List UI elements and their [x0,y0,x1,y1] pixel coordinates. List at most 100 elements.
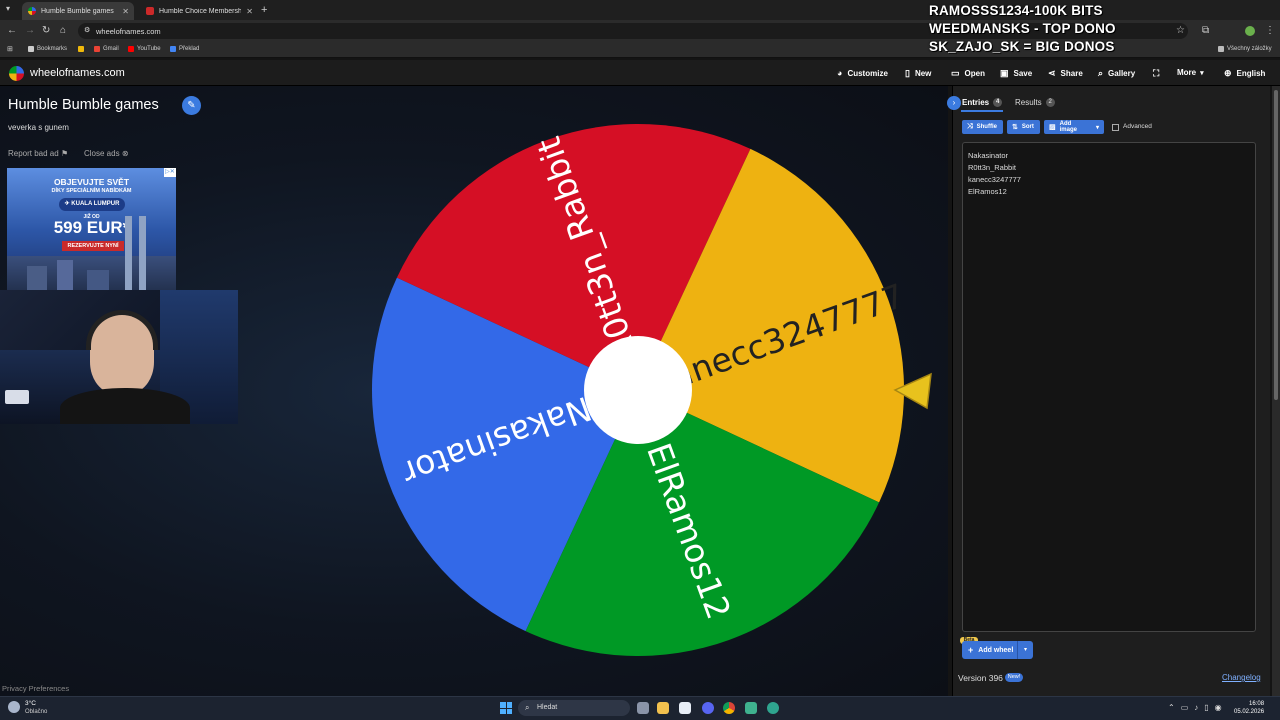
bookmark-item[interactable] [78,46,87,52]
privacy-preferences-link[interactable]: Privacy Preferences [2,684,69,693]
entries-textarea[interactable]: Nakasinator R0tt3n_Rabbit kanecc3247777 … [962,142,1256,632]
site-info-icon[interactable]: ⚙ [84,26,90,34]
scrollbar-thumb[interactable] [1274,90,1278,400]
ad-cta: REZERVUJTE NYNÍ [62,241,124,251]
headset [86,310,158,350]
tab-results[interactable]: Results 2 [1015,98,1055,107]
weather-temperature: 3°C [25,700,36,707]
bookmark-star-icon[interactable]: ☆ [1176,25,1185,36]
site-name[interactable]: wheelofnames.com [30,67,125,79]
entry-line: kanecc3247777 [968,175,1021,184]
collapse-panel-button[interactable]: › [947,96,961,110]
palette-icon: ◕ [837,68,843,78]
entry-line: ElRamos12 [968,187,1007,196]
fullscreen-icon: ⛶ [1153,68,1160,78]
forward-icon[interactable]: → [25,25,35,36]
close-ads-link[interactable]: Close ads ⊗ [84,149,129,158]
menu-gallery[interactable]: ⌕ Gallery [1098,68,1135,79]
shuffle-button[interactable]: ⤨ Shuffle [962,120,1003,134]
discord-icon[interactable] [702,702,714,714]
binance-icon [78,46,84,52]
store-icon[interactable] [679,702,691,714]
tab-title: Humble Bumble games [41,7,114,15]
report-ad-link[interactable]: Report bad ad ⚑ [8,149,68,158]
add-wheel-button[interactable]: + Add wheel [962,641,1020,659]
bookmark-item[interactable]: Gmail [94,46,119,52]
ad-choices-icon[interactable]: ▷✕ [164,168,176,177]
globe-icon: ⊕ [1224,68,1232,78]
clock-date: 05.02.2026 [1234,709,1265,715]
chevron-down-icon: ▾ [1095,124,1099,131]
wheel-center-button[interactable] [584,336,692,444]
profile-avatar-icon[interactable] [1245,26,1255,36]
sort-button[interactable]: ⇅ Sort [1007,120,1040,134]
chevron-down-icon: ▾ [1200,69,1204,77]
browser-tab-active[interactable]: Humble Bumble games ✕ [22,2,134,20]
close-tab-icon[interactable]: ✕ [122,7,129,16]
changelog-link[interactable]: Changelog [1222,673,1261,682]
tab-entries[interactable]: Entries 4 [962,98,1003,107]
extensions-icon[interactable]: ⧉ [1202,25,1209,36]
stream-overlay: RAMOSSS1234-100K BITS WEEDMANSKS - TOP D… [929,2,1116,56]
add-wheel-dropdown[interactable]: ▾ [1017,641,1033,659]
fullscreen-button[interactable]: ⛶ [1153,68,1164,79]
menu-more[interactable]: More ▾ [1177,68,1204,77]
ad-headline: OBJEVUJTE SVĚT [53,177,130,187]
overlay-line: WEEDMANSKS - TOP DONO [929,21,1116,36]
ad-city-image [7,216,176,292]
close-tab-icon[interactable]: ✕ [246,7,253,16]
menu-save[interactable]: ▣ Save [1000,68,1032,79]
new-tab-icon[interactable]: + [261,4,267,16]
tray-icons[interactable]: ⌃▭♪▯◉ [1168,703,1228,712]
weather-icon[interactable] [8,701,20,713]
bookmark-item[interactable]: Překlad [170,46,199,52]
menu-open[interactable]: ▭ Open [951,68,985,79]
obs-icon[interactable] [745,702,757,714]
other-bookmarks[interactable]: Všechny záložky [1218,46,1272,52]
entries-count: 4 [993,98,1003,107]
apps-icon[interactable]: ⊞ [7,45,13,53]
taskbar-search[interactable]: ⌕ Hledat [518,700,630,716]
add-image-button[interactable]: ▨ Add image ▾ [1044,120,1104,134]
version-label: Version 396 [958,673,1003,683]
explorer-icon[interactable] [657,702,669,714]
menu-language[interactable]: ⊕ English [1224,68,1265,79]
app-icon[interactable] [767,702,779,714]
file-icon: ▯ [905,68,910,78]
advertisement[interactable]: OBJEVUJTE SVĚT DÍKY SPECIÁLNÍM NABÍDKÁM … [7,168,176,292]
home-icon[interactable]: ⌂ [60,25,66,36]
menu-share[interactable]: ⋖ Share [1048,68,1083,79]
menu-new[interactable]: ▯ New [905,68,931,79]
shuffle-icon: ⤨ [967,123,973,130]
star-icon [28,46,34,52]
share-icon: ⋖ [1048,68,1056,78]
bookmark-item[interactable]: Bookmarks [28,46,67,52]
sort-icon: ⇅ [1012,124,1018,131]
humble-favicon-icon [146,7,154,15]
reload-icon[interactable]: ↻ [42,25,50,36]
ad-price: 599 EUR* [53,218,130,237]
chrome-icon[interactable] [723,702,735,714]
new-badge: New! [1005,673,1023,682]
start-menu-icon[interactable] [500,702,512,714]
chevron-down-icon: ▾ [1023,647,1027,653]
youtube-icon [128,46,134,52]
browser-tab[interactable]: Humble Choice Membership M ✕ [140,2,258,20]
advanced-checkbox[interactable] [1112,124,1119,131]
ad-subheadline: DÍKY SPECIÁLNÍM NABÍDKÁM [51,188,132,194]
tab-list-icon[interactable]: ▾ [6,4,10,13]
search-icon: ⌕ [525,703,530,712]
task-view-icon[interactable] [637,702,649,714]
spinning-wheel[interactable]: NakasinatorR0tt3n_Rabbit kanecc3247777ElR… [370,122,906,658]
entry-line: R0tt3n_Rabbit [968,163,1016,172]
save-icon: ▣ [1000,68,1009,78]
menu-customize[interactable]: ◕ Customize [837,68,888,78]
weather-description: Oblačno [25,709,48,715]
browser-menu-icon[interactable]: ⋮ [1265,25,1275,36]
wheel-description: veverka s gunem [8,123,69,132]
clock[interactable]: 16:08 05.02.2026 [1234,700,1264,716]
back-icon[interactable]: ← [7,25,17,36]
edit-title-button[interactable]: ✎ [182,96,201,115]
site-logo-icon[interactable] [9,66,24,81]
bookmark-item[interactable]: YouTube [128,46,161,52]
